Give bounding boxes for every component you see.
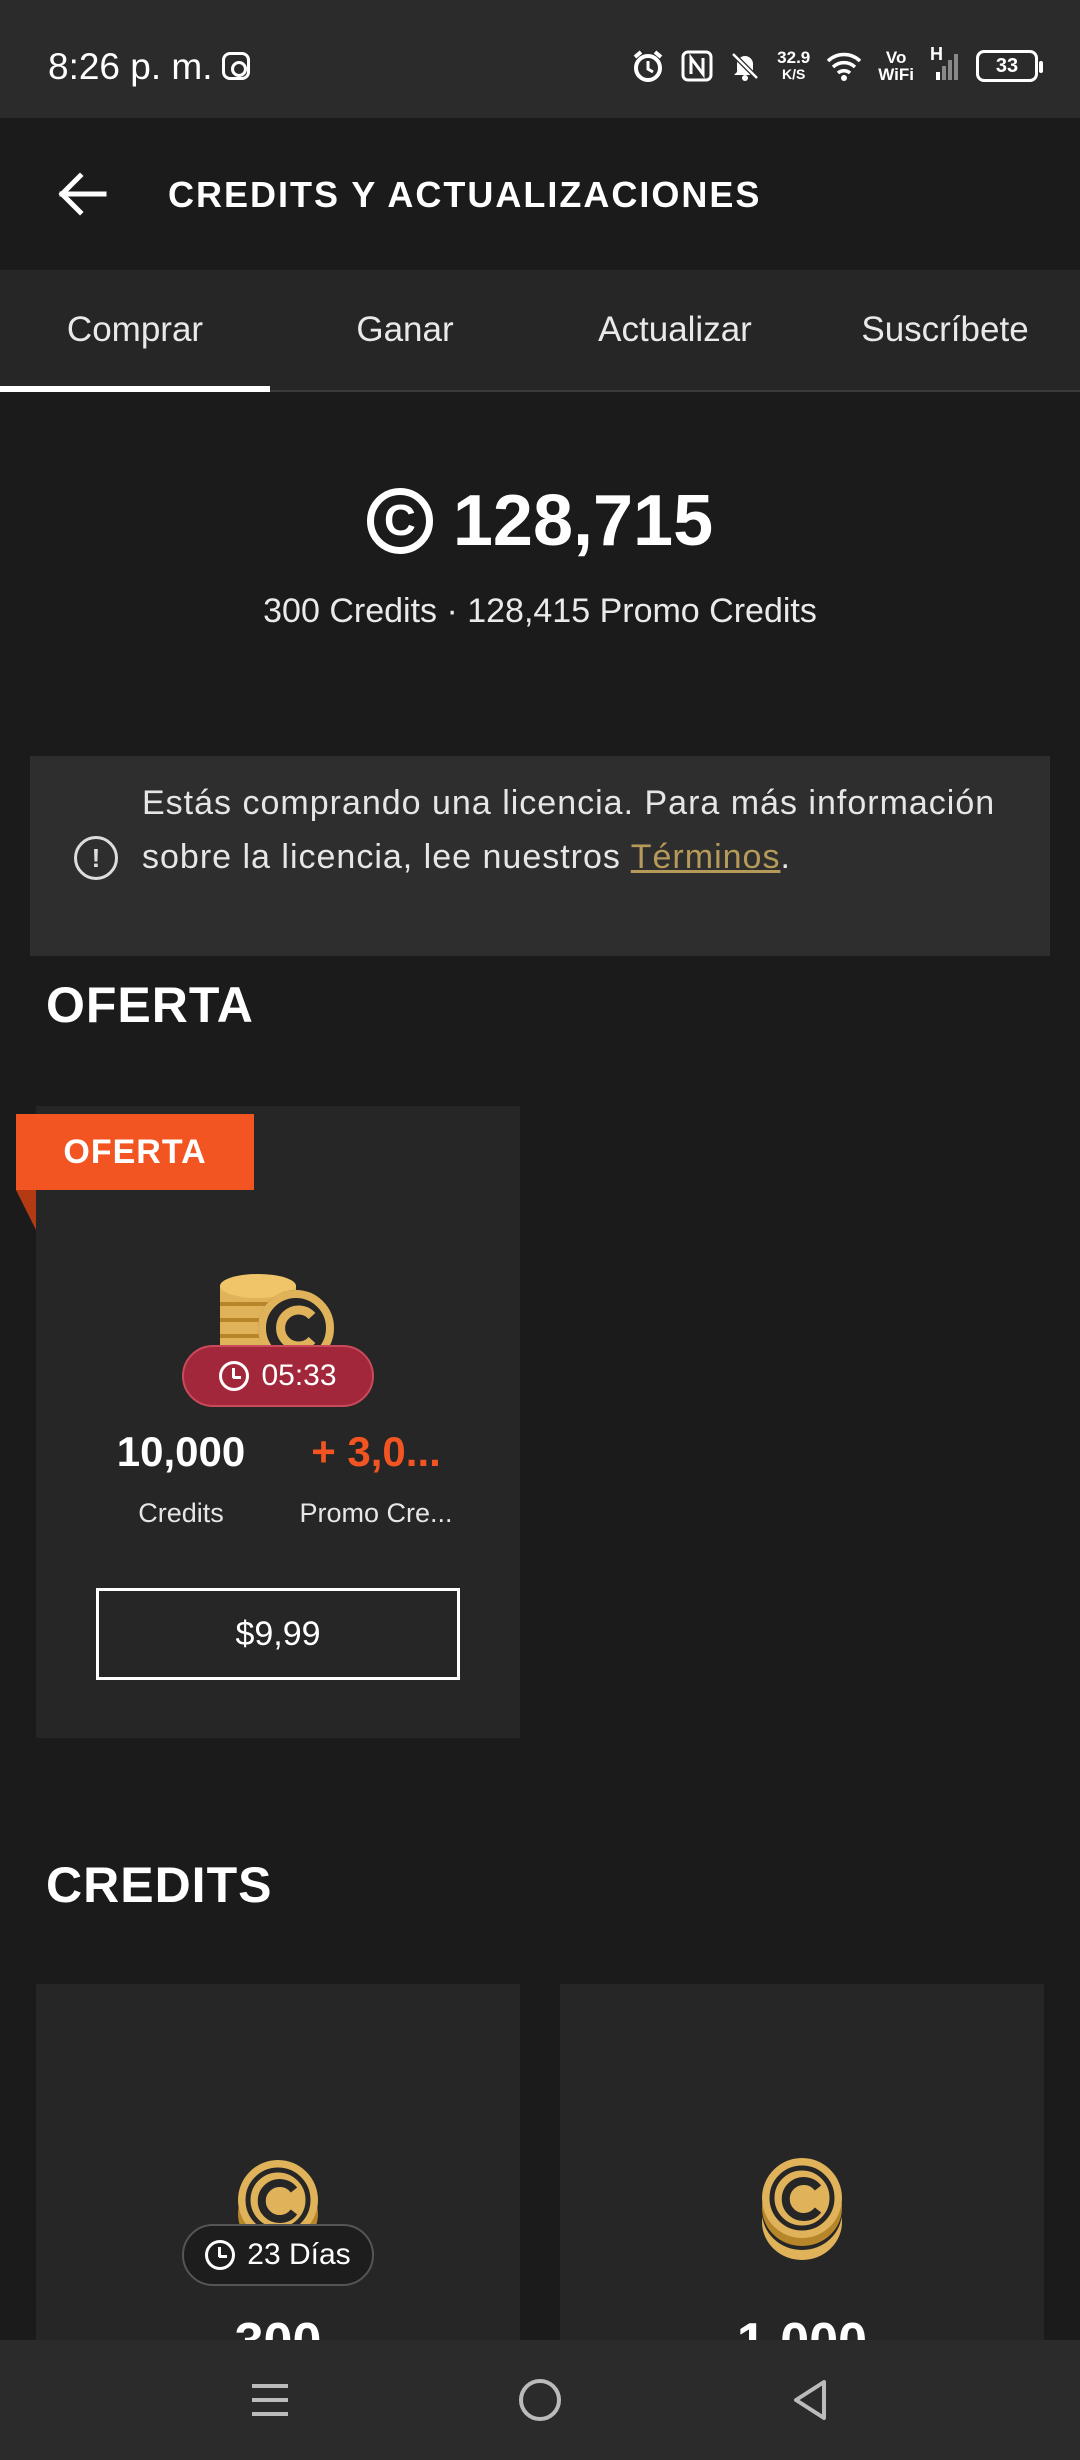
vowifi-label: Vo WiFi — [878, 49, 914, 83]
buy-offer-button[interactable]: $9,99 — [96, 1588, 460, 1680]
offer-promo-amount: + 3,0... — [311, 1428, 441, 1475]
network-speed: 32.9 K/S — [777, 49, 810, 83]
tab-actualizar[interactable]: Actualizar — [540, 270, 810, 390]
status-bar: 8:26 p. m. 32.9 K/S Vo WiFi H 33 — [0, 0, 1080, 118]
vowifi-line2: WiFi — [878, 65, 914, 84]
offer-section-title: OFERTA — [46, 977, 254, 1033]
offer-promo-label: Promo Cre... — [299, 1498, 453, 1528]
offer-ribbon: OFERTA — [16, 1114, 254, 1190]
credits-timer-value: 23 Días — [247, 2238, 351, 2271]
balance-summary: C 128,715 300 Credits · 128,415 Promo Cr… — [0, 480, 1080, 631]
credits-amount-300: 300 — [180, 2312, 376, 2340]
app-header: CREDITS Y ACTUALIZACIONES — [0, 118, 1080, 270]
balance-total: 128,715 — [452, 481, 714, 561]
back-arrow-icon[interactable] — [52, 164, 112, 224]
balance-breakdown: 300 Credits · 128,415 Promo Credits — [263, 592, 817, 630]
page-title: CREDITS Y ACTUALIZACIONES — [168, 174, 762, 215]
status-icons: 32.9 K/S Vo WiFi H 33 — [631, 44, 1043, 88]
tab-bar: Comprar Ganar Actualizar Suscríbete — [0, 270, 1080, 392]
network-speed-value: 32.9 — [777, 48, 811, 67]
system-nav-bar — [0, 2340, 1080, 2460]
balance-total-row: C 128,715 — [366, 480, 714, 562]
ribbon-fold — [16, 1190, 36, 1230]
license-notice: ! Estás comprando una licencia. Para más… — [30, 756, 1050, 956]
notice-text-after: . — [780, 838, 791, 876]
instagram-icon — [222, 52, 250, 80]
terms-link[interactable]: Términos — [631, 838, 781, 876]
coin-pair-icon — [762, 2158, 842, 2260]
clock-icon — [205, 2240, 236, 2270]
clock-icon — [219, 1361, 250, 1391]
credits-section-title: CREDITS — [46, 1857, 273, 1913]
tab-suscribete[interactable]: Suscríbete — [810, 270, 1080, 390]
tab-comprar[interactable]: Comprar — [0, 270, 270, 392]
nfc-icon — [681, 50, 713, 82]
network-speed-unit: K/S — [782, 66, 806, 82]
wifi-icon — [826, 51, 862, 81]
vowifi-line1: Vo — [885, 48, 907, 67]
offer-timer-value: 05:33 — [261, 1359, 337, 1392]
info-alert-icon: ! — [74, 836, 118, 880]
signal-type: H — [930, 44, 943, 64]
battery-level: 33 — [995, 54, 1019, 77]
status-time: 8:26 p. m. — [48, 46, 213, 87]
battery-icon: 33 — [976, 50, 1043, 82]
signal-icon: H — [930, 44, 960, 82]
alarm-icon — [631, 49, 665, 83]
credits-amount-1000: 1,000 — [700, 2312, 904, 2340]
credits-timer: 23 Días — [182, 2224, 374, 2286]
offer-timer: 05:33 — [182, 1345, 374, 1407]
credits-icon: C — [366, 488, 433, 554]
bell-muted-icon — [729, 50, 761, 82]
notice-text-before: Estás comprando una licencia. Para más i… — [142, 784, 996, 876]
notice-text: Estás comprando una licencia. Para más i… — [142, 776, 1022, 884]
home-icon[interactable] — [510, 2370, 570, 2430]
offer-credits-amount: 10,000 — [116, 1428, 246, 1475]
offer-credits-label: Credits — [138, 1498, 224, 1528]
back-triangle-icon[interactable] — [780, 2370, 840, 2430]
menu-icon[interactable] — [240, 2370, 300, 2430]
tab-ganar[interactable]: Ganar — [270, 270, 540, 390]
